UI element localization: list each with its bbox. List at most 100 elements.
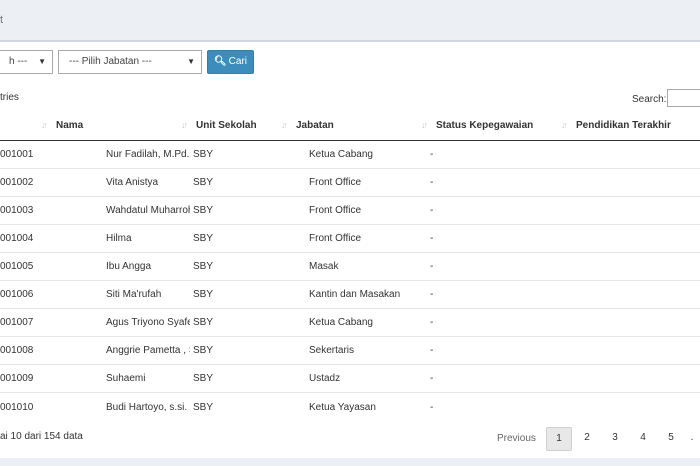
search-icon: 🔍︎ — [213, 56, 227, 67]
bottom-strip — [0, 458, 700, 466]
cell-status: - — [430, 392, 570, 421]
pagination-page-4[interactable]: 4 — [630, 427, 656, 451]
cell-unit: SBY — [190, 223, 290, 253]
cell-pendidikan — [570, 392, 700, 421]
table-row[interactable]: 001004 Hilma SBY Front Office - — [0, 223, 700, 253]
column-header-no[interactable]: ↓↑ — [0, 112, 50, 141]
column-header-pendidikan-terakhir[interactable]: Pendidikan Terakhir↓↑ — [570, 112, 700, 141]
table-row[interactable]: 001005 Ibu Angga SBY Masak - — [0, 251, 700, 281]
pagination-page-5[interactable]: 5 — [658, 427, 684, 451]
table-row[interactable]: 001010 Budi Hartoyo, s.si. M.Ag SBY Ketu… — [0, 392, 700, 421]
column-header-jabatan[interactable]: Jabatan ↓↑ — [290, 112, 430, 141]
pagination-page-1[interactable]: 1 — [546, 427, 572, 451]
sort-arrows-icon: ↓↑ — [561, 120, 568, 130]
table-header-row: ↓↑ Nama ↓↑ Unit Sekolah ↓↑ Jabatan ↓↑ Statu… — [0, 112, 700, 141]
cell-jabatan: Ketua Cabang — [290, 308, 430, 337]
cell-jabatan: Masak — [290, 251, 430, 281]
search-button-label: Cari — [228, 56, 248, 67]
table-row[interactable]: 001009 Suhaemi SBY Ustadz - — [0, 364, 700, 393]
cell-pendidikan — [570, 364, 700, 393]
pagination-ellipsis: . — [690, 432, 694, 443]
cell-no: 001007 — [0, 308, 50, 337]
cell-no: 001005 — [0, 251, 50, 281]
cell-unit: SBY — [190, 336, 290, 365]
cell-pendidikan — [570, 140, 700, 168]
cell-pendidikan — [570, 223, 700, 253]
column-header-unit-sekolah[interactable]: Unit Sekolah ↓↑ — [190, 112, 290, 141]
cell-status: - — [430, 251, 570, 281]
table-info: ai 10 dari 154 data — [0, 431, 83, 442]
cell-no: 001010 — [0, 392, 50, 421]
cell-status: - — [430, 279, 570, 309]
cell-unit: SBY — [190, 251, 290, 281]
cell-nama: Ibu Angga — [50, 251, 190, 281]
employee-table: ↓↑ Nama ↓↑ Unit Sekolah ↓↑ Jabatan ↓↑ Statu… — [0, 112, 700, 421]
cell-unit: SBY — [193, 148, 214, 160]
cell-no: 001002 — [0, 167, 50, 197]
cell-status: - — [430, 336, 570, 365]
cell-status: - — [430, 148, 434, 160]
table-search-input[interactable] — [667, 89, 700, 107]
cell-pendidikan — [570, 308, 700, 337]
cell-unit: SBY — [190, 308, 290, 337]
cell-jabatan: Front Office — [290, 167, 430, 197]
cell-nama: Budi Hartoyo, s.si. M.Ag — [50, 392, 190, 421]
cell-no: 001003 — [0, 195, 50, 225]
table-row[interactable]: 001008 Anggrie Pametta , S.Pd.I SBY Seke… — [0, 336, 700, 365]
cell-pendidikan — [570, 336, 700, 365]
cell-status: - — [430, 364, 570, 393]
cell-unit: SBY — [190, 279, 290, 309]
cell-nama: Agus Triyono Syafe'I, S.Psi — [50, 308, 190, 337]
cell-nama: Hilma — [50, 223, 190, 253]
cell-pendidikan — [570, 279, 700, 309]
jabatan-select[interactable]: --- Pilih Jabatan --- ▼ — [58, 50, 202, 74]
sort-arrows-icon: ↓↑ — [181, 120, 188, 130]
pagination-previous[interactable]: Previous — [497, 427, 536, 451]
pagination-page-2[interactable]: 2 — [574, 427, 600, 451]
cell-unit: SBY — [190, 195, 290, 225]
cell-no: 001004 — [0, 223, 50, 253]
cell-status: - — [430, 223, 570, 253]
cell-jabatan: Ketua Yayasan — [290, 392, 430, 421]
cell-pendidikan — [570, 167, 700, 197]
content-panel: h --- ▼ --- Pilih Jabatan --- ▼ 🔍︎ Cari t… — [0, 40, 700, 458]
sort-arrows-icon: ↓↑ — [281, 120, 288, 130]
table-row[interactable]: 001003 Wahdatul Muharrohmah SBY Front Of… — [0, 195, 700, 225]
cell-nama: Nur Fadilah, M.Pd.I — [106, 148, 190, 160]
table-row[interactable]: 001007 Agus Triyono Syafe'I, S.Psi SBY K… — [0, 308, 700, 337]
cell-status: - — [430, 195, 570, 225]
chevron-down-icon: ▼ — [38, 57, 46, 66]
cell-pendidikan — [570, 251, 700, 281]
cell-nama: Wahdatul Muharrohmah — [50, 195, 190, 225]
search-button[interactable]: 🔍︎ Cari — [207, 50, 254, 74]
breadcrumb: t — [0, 14, 4, 26]
cell-unit: SBY — [190, 364, 290, 393]
cell-no: 001001 — [0, 148, 34, 160]
sort-arrows-icon: ↓↑ — [421, 120, 428, 130]
cell-pendidikan — [570, 195, 700, 225]
cell-unit: SBY — [190, 167, 290, 197]
entries-length-label: tries — [0, 92, 19, 103]
cell-nama: Anggrie Pametta , S.Pd.I — [50, 336, 190, 365]
cell-no: 001009 — [0, 364, 50, 393]
search-label: Search: — [632, 94, 667, 105]
table-row[interactable]: 001006 Siti Ma'rufah SBY Kantin dan Masa… — [0, 279, 700, 309]
cell-jabatan: Sekertaris — [290, 336, 430, 365]
cell-jabatan: Front Office — [290, 223, 430, 253]
cell-no: 001006 — [0, 279, 50, 309]
pagination-page-3[interactable]: 3 — [602, 427, 628, 451]
column-header-status-kepegawaian[interactable]: Status Kepegawaian ↓↑ — [430, 112, 570, 141]
filter-select-1-value: h --- — [9, 56, 28, 67]
cell-jabatan: Ketua Cabang — [309, 148, 373, 160]
top-header-bar: t — [0, 0, 700, 40]
cell-jabatan: Ustadz — [290, 364, 430, 393]
table-row[interactable]: 001001 Nur Fadilah, M.Pd.I SBY Ketua Cab… — [0, 140, 700, 168]
cell-jabatan: Front Office — [290, 195, 430, 225]
filter-select-1[interactable]: h --- ▼ — [0, 50, 53, 74]
column-header-nama[interactable]: Nama ↓↑ — [50, 112, 190, 141]
cell-unit: SBY — [190, 392, 290, 421]
table-row[interactable]: 001002 Vita Anistya SBY Front Office - — [0, 167, 700, 197]
cell-status: - — [430, 167, 570, 197]
cell-nama: Vita Anistya — [50, 167, 190, 197]
cell-no: 001008 — [0, 336, 50, 365]
